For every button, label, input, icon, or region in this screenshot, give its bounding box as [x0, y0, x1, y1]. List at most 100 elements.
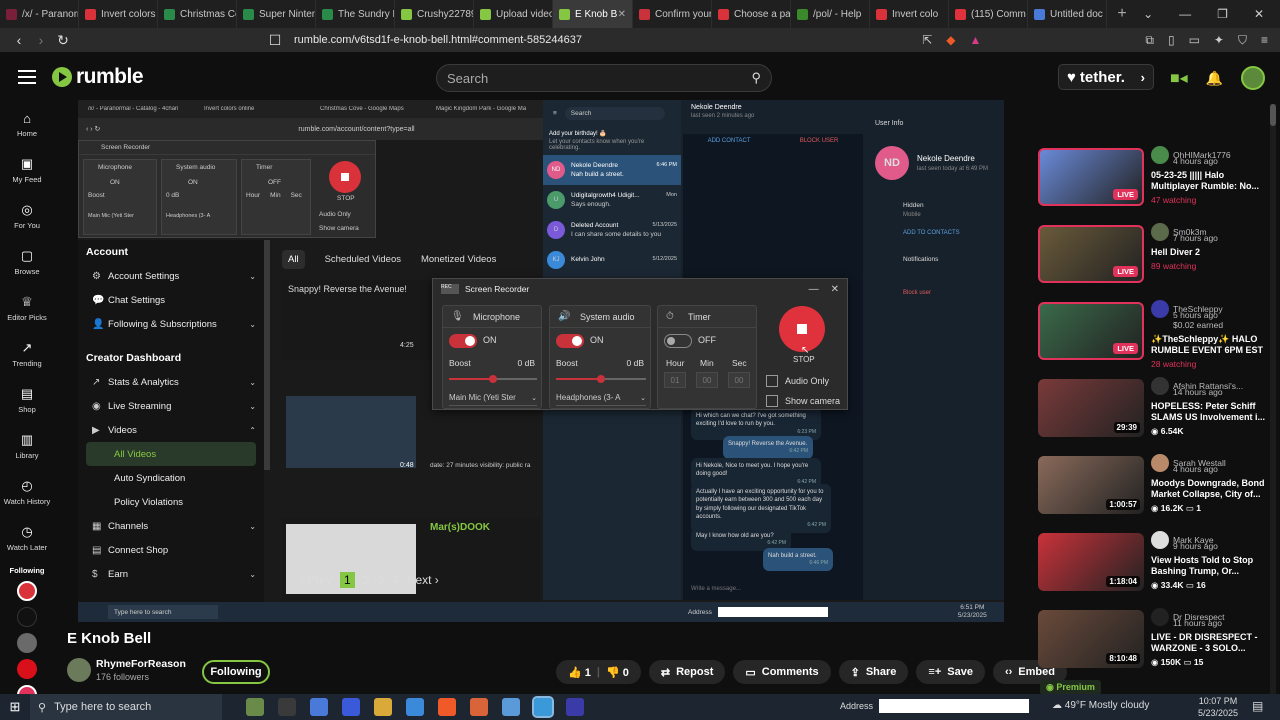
brave-shield-icon[interactable]: ◆ — [946, 33, 955, 48]
comments-button[interactable]: ▭ Comments — [733, 660, 831, 684]
rewards-icon[interactable]: ▲ — [969, 33, 981, 48]
browser-tab[interactable]: Upload video — [474, 0, 553, 28]
sidebar-item-for-you[interactable]: ◎ For You — [0, 194, 54, 238]
sidebar-item-my-feed[interactable]: ▣ My Feed — [0, 148, 54, 192]
back-icon[interactable]: ‹ — [8, 32, 30, 48]
following-avatar-3[interactable] — [17, 633, 37, 653]
sys-device-select[interactable]: Headphones (3- A ⌄ — [556, 390, 646, 406]
app-icon-8[interactable] — [470, 698, 488, 716]
sec-input[interactable]: 00 — [728, 372, 750, 388]
mic-device-select[interactable]: Main Mic (Yeti Ster ⌄ — [449, 390, 537, 406]
screen-recorder-taskbar-icon[interactable] — [532, 696, 554, 718]
save-button[interactable]: ≡+ Save — [916, 660, 985, 684]
related-video-item[interactable]: LIVE TheSchleppy 5 hours ago $0.02 earned ✨T… — [1036, 300, 1268, 370]
taskbar-search[interactable]: ⚲ Type here to search — [30, 694, 222, 720]
related-video-title[interactable]: 05-23-25 ||||| Halo Multiplayer Rumble: … — [1151, 170, 1268, 192]
task-view-icon[interactable] — [278, 698, 296, 716]
min-input[interactable]: 00 — [696, 372, 718, 388]
following-avatar-4[interactable] — [17, 659, 37, 679]
like-button[interactable]: 👍 1 — [568, 666, 591, 679]
windows-start-icon[interactable]: ⊞ — [0, 699, 30, 715]
sys-boost-slider[interactable] — [556, 375, 646, 383]
notifications-bell-icon[interactable]: 🔔 — [1206, 70, 1223, 87]
new-tab-button[interactable]: + — [1107, 5, 1137, 23]
app-icon-4[interactable] — [342, 698, 360, 716]
related-video-item[interactable]: 29:39 Afshin Rattansi's... 14 hours ago HOP… — [1036, 377, 1268, 447]
related-video-title[interactable]: ✨TheSchleppy✨ HALO RUMBLE EVENT 6PM EST — [1151, 334, 1268, 356]
browser-tab[interactable]: (115) Comm — [949, 0, 1028, 28]
tab-close-icon[interactable]: ✕ — [618, 9, 626, 20]
rumble-logo[interactable]: rumble — [52, 65, 144, 89]
related-video-title[interactable]: View Hosts Told to Stop Bashing Trump, O… — [1151, 555, 1268, 577]
browser-tab[interactable]: Invert colo — [870, 0, 949, 28]
hour-input[interactable]: 01 — [664, 372, 686, 388]
related-video-title[interactable]: Hell Diver 2 — [1151, 247, 1268, 258]
related-channel-avatar[interactable] — [1151, 531, 1169, 549]
page-scrollbar[interactable] — [1270, 104, 1276, 694]
related-channel-avatar[interactable] — [1151, 377, 1169, 395]
recorder-close-button[interactable]: ✕ — [831, 284, 839, 295]
browser-tab[interactable]: Super Nintend — [237, 0, 316, 28]
minimize-button[interactable]: — — [1179, 7, 1191, 21]
related-channel-avatar[interactable] — [1151, 223, 1169, 241]
related-video-item[interactable]: LIVE Sm0k3m 7 hours ago Hell Diver 2 89 watc… — [1036, 223, 1268, 293]
upload-video-icon[interactable]: ■◂ — [1170, 68, 1188, 88]
tether-ad-button[interactable]: ♥ tether. › — [1058, 64, 1154, 90]
timer-toggle[interactable] — [664, 334, 692, 348]
sidebar-item-shop[interactable]: ▤ Shop — [0, 378, 54, 422]
dislike-button[interactable]: 👎 0 — [606, 666, 629, 679]
repost-button[interactable]: ⇄ Repost — [648, 660, 726, 684]
related-video-thumbnail[interactable]: 8:10:48 — [1038, 610, 1144, 668]
extensions-icon[interactable]: ⧉ — [1145, 33, 1154, 48]
browser-tab[interactable]: Invert colors — [79, 0, 158, 28]
leo-icon[interactable]: ✦ — [1214, 33, 1224, 48]
app-icon-6[interactable] — [406, 698, 424, 716]
vpn-icon[interactable]: ⛉ — [1238, 33, 1247, 48]
related-video-title[interactable]: HOPELESS: Peter Schiff SLAMS US Involvem… — [1151, 401, 1268, 423]
weather-widget[interactable]: ☁ 49°F Mostly cloudy — [1052, 700, 1149, 711]
microphone-toggle[interactable] — [449, 334, 477, 348]
taskbar-clock[interactable]: 10:07 PM 5/23/2025 — [1198, 696, 1238, 719]
share-button[interactable]: ⇪ Share — [838, 660, 909, 684]
sidebar-icon[interactable]: ▯ — [1168, 33, 1175, 48]
sidebar-item-library[interactable]: ▥ Library — [0, 424, 54, 468]
copilot-icon[interactable] — [310, 698, 328, 716]
hamburger-menu-icon[interactable] — [18, 70, 36, 84]
following-button[interactable]: Following — [202, 660, 270, 684]
recorder-minimize-button[interactable]: — — [809, 284, 819, 295]
maximize-button[interactable]: ❐ — [1217, 7, 1228, 21]
browser-tab[interactable]: The Sundry F — [316, 0, 395, 28]
bookmark-icon[interactable]: ☐ — [264, 32, 286, 49]
related-video-title[interactable]: Moodys Downgrade, Bond Market Collapse, … — [1151, 478, 1268, 500]
premium-badge[interactable]: ◉ Premium — [1040, 680, 1101, 695]
audio-only-checkbox[interactable]: Audio Only — [766, 375, 829, 387]
sidebar-item-trending[interactable]: ↗ Trending — [0, 332, 54, 376]
related-video-thumbnail[interactable]: LIVE — [1038, 148, 1144, 206]
related-channel-avatar[interactable] — [1151, 146, 1169, 164]
browser-tab[interactable]: Choose a pa — [712, 0, 791, 28]
following-avatar-1[interactable] — [17, 581, 37, 601]
following-avatar-2[interactable] — [17, 607, 37, 627]
browser-tab[interactable]: /pol/ - Help — [791, 0, 870, 28]
channel-avatar[interactable] — [67, 658, 91, 682]
related-video-thumbnail[interactable]: LIVE — [1038, 302, 1144, 360]
related-video-thumbnail[interactable]: LIVE — [1038, 225, 1144, 283]
related-channel-avatar[interactable] — [1151, 608, 1169, 626]
wallet-icon[interactable]: ▭ — [1189, 33, 1200, 48]
browser-tab[interactable]: E Knob B ✕ — [553, 0, 633, 28]
share-icon[interactable]: ⇱ — [922, 33, 932, 48]
app-icon-9[interactable] — [502, 698, 520, 716]
related-channel-avatar[interactable] — [1151, 454, 1169, 472]
related-video-thumbnail[interactable]: 1:00:57 — [1038, 456, 1144, 514]
forward-icon[interactable]: › — [30, 32, 52, 48]
browser-tab[interactable]: Christmas Co — [158, 0, 237, 28]
related-video-thumbnail[interactable]: 1:18:04 — [1038, 533, 1144, 591]
sidebar-item-editor-picks[interactable]: ♕ Editor Picks — [0, 286, 54, 330]
system-audio-toggle[interactable] — [556, 334, 584, 348]
user-avatar[interactable] — [1241, 66, 1266, 90]
file-explorer-icon[interactable] — [374, 698, 392, 716]
sidebar-item-watch-later[interactable]: ◷ Watch Later — [0, 516, 54, 560]
sidebar-item-home[interactable]: ⌂ Home — [0, 102, 54, 146]
app-icon-11[interactable] — [566, 698, 584, 716]
reload-icon[interactable]: ↻ — [52, 32, 74, 49]
